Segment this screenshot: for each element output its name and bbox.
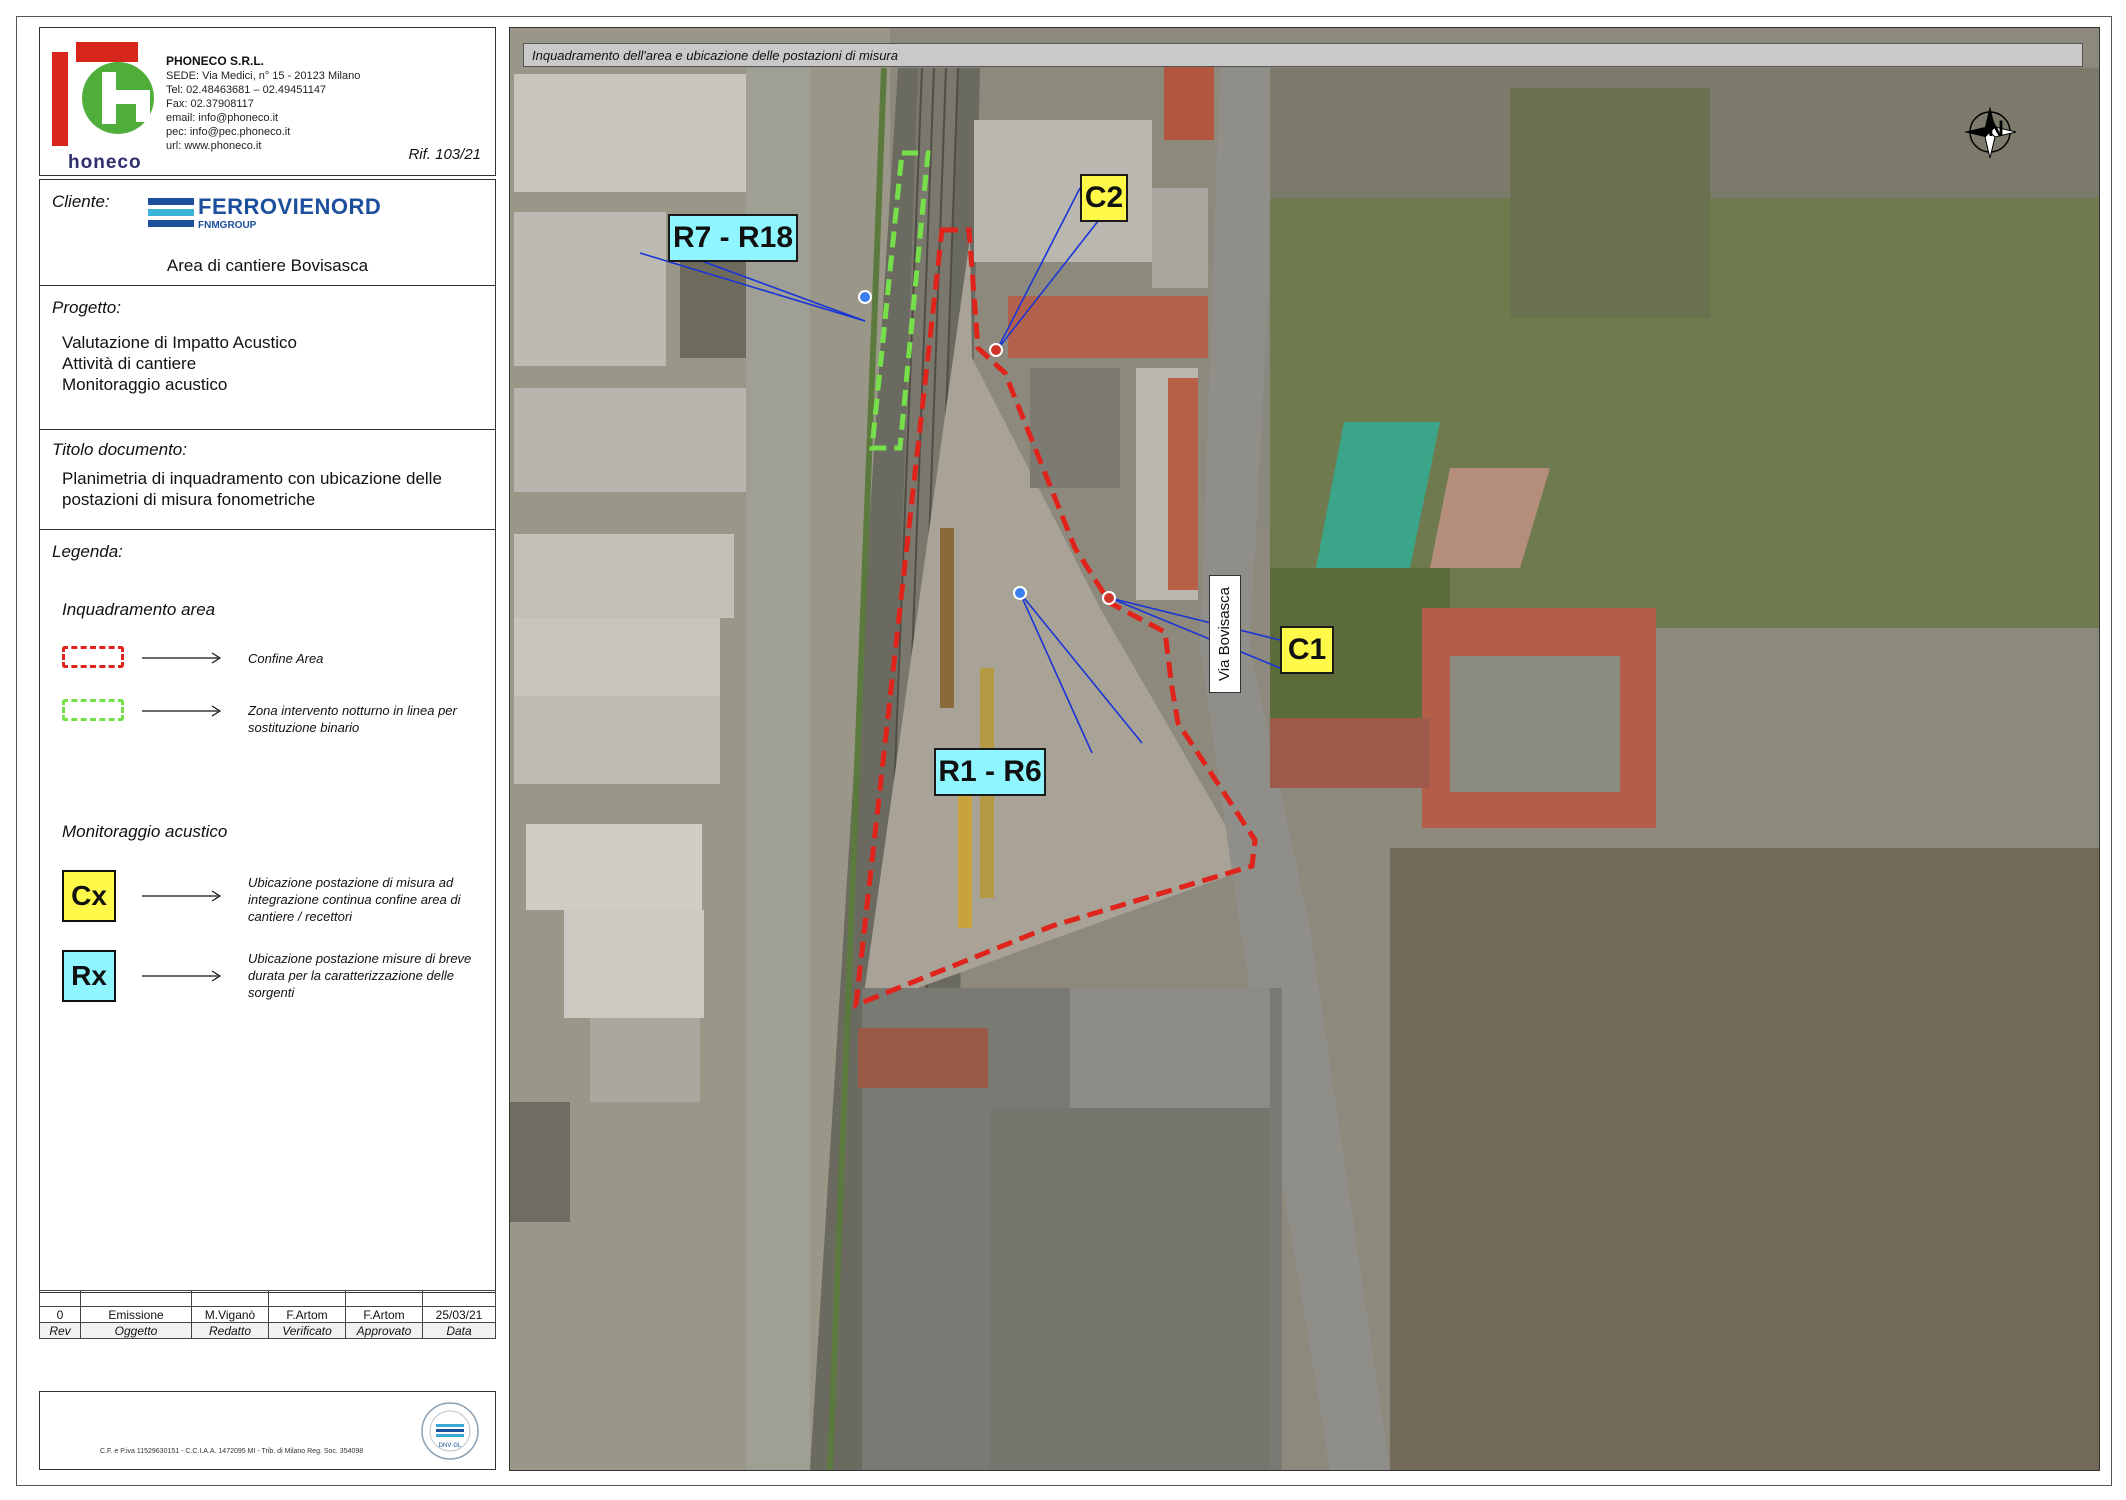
arrow-right-icon xyxy=(142,652,222,664)
legend-desc: Zona intervento notturno in linea per so… xyxy=(248,703,457,735)
legend-desc: Confine Area xyxy=(248,651,324,666)
label-r7-r18[interactable]: R7 - R18 xyxy=(668,214,798,262)
site-name: Area di cantiere Bovisasca xyxy=(166,256,369,275)
date-cell: 25/03/21 xyxy=(422,1306,496,1323)
legend-block: Legenda: Inquadramento area Confine Area… xyxy=(39,529,496,1293)
document-title-line: postazioni di misura fonometriche xyxy=(62,490,316,509)
map-title: Inquadramento dell'area e ubicazione del… xyxy=(523,43,2083,67)
north-label: N xyxy=(1988,116,2004,141)
aerial-map[interactable]: Inquadramento dell'area e ubicazione del… xyxy=(509,27,2100,1471)
company-tel: Tel: 02.48463681 – 02.49451147 xyxy=(166,84,327,96)
company-email[interactable]: email: info@phoneco.it xyxy=(166,112,278,124)
client-block: Cliente: FERROVIENORD FNMGROUP Area di c… xyxy=(39,179,496,287)
header-rev: Rev xyxy=(39,1322,81,1339)
arrow-right-icon xyxy=(142,970,222,982)
ferrovienord-logo: FERROVIENORD FNMGROUP xyxy=(148,192,398,234)
company-address: SEDE: Via Medici, n° 15 - 20123 Milano xyxy=(166,70,361,82)
legend-green-zone-symbol xyxy=(62,699,124,721)
project-line: Valutazione di Impatto Acustico xyxy=(62,333,297,352)
project-block: Progetto: Valutazione di Impatto Acustic… xyxy=(39,285,496,431)
reference-number: Rif. 103/21 xyxy=(408,146,481,163)
company-block: honeco PHONECO S.R.L. SEDE: Via Medici, … xyxy=(39,27,496,176)
company-url[interactable]: url: www.phoneco.it xyxy=(166,140,261,152)
logo-wordmark: honeco xyxy=(68,152,142,173)
legend-desc: Ubicazione postazione di misura ad integ… xyxy=(248,875,461,924)
dnv-certification-seal-icon: DNV·GL xyxy=(421,1402,479,1460)
revision-table: 0 Emissione M.Viganò F.Artom F.Artom 25/… xyxy=(39,1290,496,1339)
footer-block: C.F. e P.iva 11529630151 - C.C.I.A.A. 14… xyxy=(39,1391,496,1470)
project-line: Monitoraggio acustico xyxy=(62,375,228,394)
legend-label: Legenda: xyxy=(52,542,123,561)
header-object: Oggetto xyxy=(80,1322,192,1339)
ferrovienord-mark-icon xyxy=(148,198,194,227)
project-label: Progetto: xyxy=(52,298,121,317)
header-drafted: Redatto xyxy=(191,1322,269,1339)
point-r1-r6 xyxy=(1013,586,1027,600)
legend-red-boundary-symbol xyxy=(62,646,124,668)
point-r7-r18 xyxy=(858,290,872,304)
company-pec[interactable]: pec: info@pec.phoneco.it xyxy=(166,126,290,138)
label-c1[interactable]: C1 xyxy=(1280,626,1334,674)
document-title-block: Titolo documento: Planimetria di inquadr… xyxy=(39,429,496,531)
company-name: PHONECO S.R.L. xyxy=(166,54,265,68)
legend-area-heading: Inquadramento area xyxy=(62,600,216,619)
approved-cell: F.Artom xyxy=(345,1306,423,1323)
legend-monitoring-heading: Monitoraggio acustico xyxy=(62,822,228,841)
header-approved: Approvato xyxy=(345,1322,423,1339)
label-c2[interactable]: C2 xyxy=(1080,174,1128,222)
verified-cell: F.Artom xyxy=(268,1306,346,1323)
legend-cx-symbol: Cx xyxy=(62,870,116,922)
point-c2 xyxy=(989,343,1003,357)
project-line: Attività di cantiere xyxy=(62,354,197,373)
street-label-via-bovisasca: Via Bovisasca xyxy=(1209,575,1241,693)
ferrovienord-name: FERROVIENORD xyxy=(198,194,382,219)
legend-desc: Ubicazione postazione misure di breve du… xyxy=(248,951,472,1000)
label-r1-r6[interactable]: R1 - R6 xyxy=(934,748,1046,796)
svg-text:DNV·GL: DNV·GL xyxy=(439,1443,462,1449)
document-title-label: Titolo documento: xyxy=(52,440,187,459)
company-fax: Fax: 02.37908117 xyxy=(166,98,254,110)
arrow-right-icon xyxy=(142,890,222,902)
ferrovienord-group: FNMGROUP xyxy=(198,220,257,231)
client-label: Cliente: xyxy=(52,192,110,211)
document-title-line: Planimetria di inquadramento con ubicazi… xyxy=(62,469,442,488)
point-c1 xyxy=(1102,591,1116,605)
drafted-cell: M.Viganò xyxy=(191,1306,269,1323)
header-date: Data xyxy=(422,1322,496,1339)
legend-rx-symbol: Rx xyxy=(62,950,116,1002)
arrow-right-icon xyxy=(142,705,222,717)
object-cell: Emissione xyxy=(80,1306,192,1323)
header-verified: Verificato xyxy=(268,1322,346,1339)
legal-info: C.F. e P.iva 11529630151 - C.C.I.A.A. 14… xyxy=(100,1448,364,1455)
revision-row: 0 Emissione M.Viganò F.Artom F.Artom 25/… xyxy=(39,1306,496,1323)
revision-header-row: Rev Oggetto Redatto Verificato Approvato… xyxy=(39,1322,496,1339)
phoneco-logo xyxy=(52,42,154,146)
rev-cell: 0 xyxy=(39,1306,81,1323)
